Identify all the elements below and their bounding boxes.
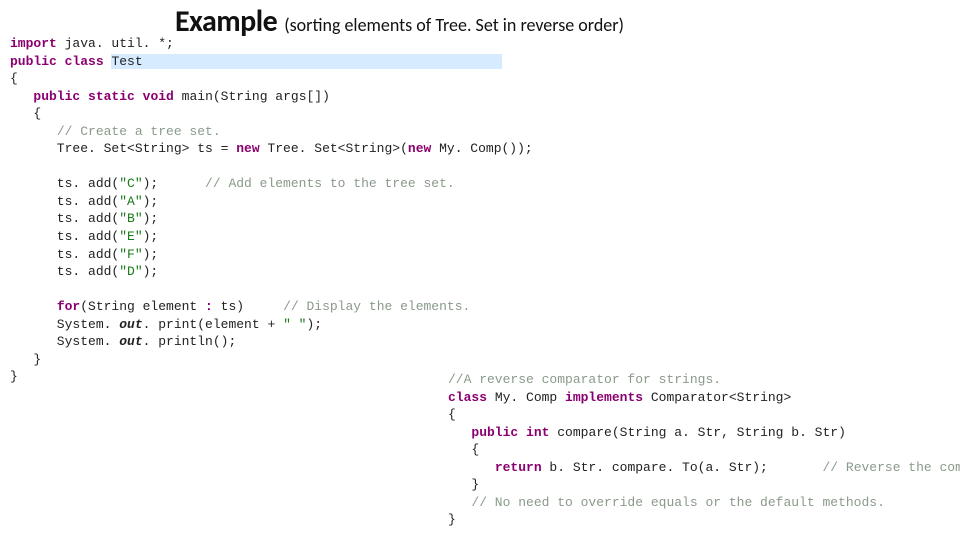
comment: // Display the elements.: [283, 299, 470, 314]
txt: ts. add(: [10, 264, 119, 279]
txt: . println();: [143, 334, 237, 349]
kw-return: return: [495, 460, 542, 475]
kw-new: new: [408, 141, 431, 156]
comment: // Create a tree set.: [57, 124, 221, 139]
kw-int: int: [526, 425, 549, 440]
kw-class: class: [448, 390, 487, 405]
txt: ts): [213, 299, 283, 314]
txt: b. Str. compare. To(a. Str);: [542, 460, 823, 475]
txt: );: [306, 317, 322, 332]
txt: );: [143, 194, 159, 209]
kw-public: public: [471, 425, 518, 440]
txt: ts. add(: [10, 211, 119, 226]
method-sig: compare(String a. Str, String b. Str): [549, 425, 845, 440]
brace: {: [10, 71, 18, 86]
txt: );: [143, 176, 205, 191]
txt: java. util. *;: [57, 36, 174, 51]
txt: ts. add(: [10, 176, 119, 191]
hl-pad: [143, 54, 502, 69]
kw-class: class: [65, 54, 104, 69]
kw-void: void: [143, 89, 174, 104]
txt: Tree. Set<String> ts =: [10, 141, 236, 156]
brace: {: [448, 407, 456, 422]
txt: . print(element +: [143, 317, 283, 332]
kw-import: import: [10, 36, 57, 51]
txt: );: [143, 229, 159, 244]
string-literal: "A": [119, 194, 142, 209]
kw-implements: implements: [565, 390, 643, 405]
field-out: out: [119, 334, 142, 349]
string-literal: " ": [283, 317, 306, 332]
txt: ts. add(: [10, 194, 119, 209]
comment: // No need to override equals or the def…: [471, 495, 884, 510]
string-literal: "E": [119, 229, 142, 244]
txt: );: [143, 264, 159, 279]
txt: System.: [10, 317, 119, 332]
colon-op: :: [205, 299, 213, 314]
string-literal: "D": [119, 264, 142, 279]
kw-public: public: [10, 54, 57, 69]
string-literal: "C": [119, 176, 142, 191]
txt: ts. add(: [10, 229, 119, 244]
txt: My. Comp: [487, 390, 565, 405]
txt: Comparator<String>: [643, 390, 791, 405]
txt: Tree. Set<String>(: [260, 141, 408, 156]
brace: }: [448, 512, 456, 527]
txt: );: [143, 211, 159, 226]
comment: // Add elements to the tree set.: [205, 176, 455, 191]
kw-new: new: [236, 141, 259, 156]
brace: {: [10, 106, 41, 121]
txt: );: [143, 247, 159, 262]
kw-for: for: [57, 299, 80, 314]
class-name-highlight: Test: [111, 54, 142, 69]
brace: }: [448, 477, 479, 492]
field-out: out: [119, 317, 142, 332]
txt: My. Comp());: [431, 141, 532, 156]
txt: ts. add(: [10, 247, 119, 262]
brace: }: [10, 369, 18, 384]
brace: }: [10, 352, 41, 367]
string-literal: "F": [119, 247, 142, 262]
code-block-main: import java. util. *; public class Test …: [10, 35, 533, 386]
string-literal: "B": [119, 211, 142, 226]
txt: System.: [10, 334, 119, 349]
brace: {: [448, 442, 479, 457]
code-block-side: //A reverse comparator for strings. clas…: [448, 371, 960, 529]
method-sig: main(String args[]): [174, 89, 330, 104]
txt: (String element: [80, 299, 205, 314]
comment: //A reverse comparator for strings.: [448, 372, 721, 387]
title-sub: (sorting elements of Tree. Set in revers…: [284, 14, 624, 36]
comment: // Reverse the comparison.: [822, 460, 960, 475]
kw-public: public: [33, 89, 80, 104]
kw-static: static: [88, 89, 135, 104]
